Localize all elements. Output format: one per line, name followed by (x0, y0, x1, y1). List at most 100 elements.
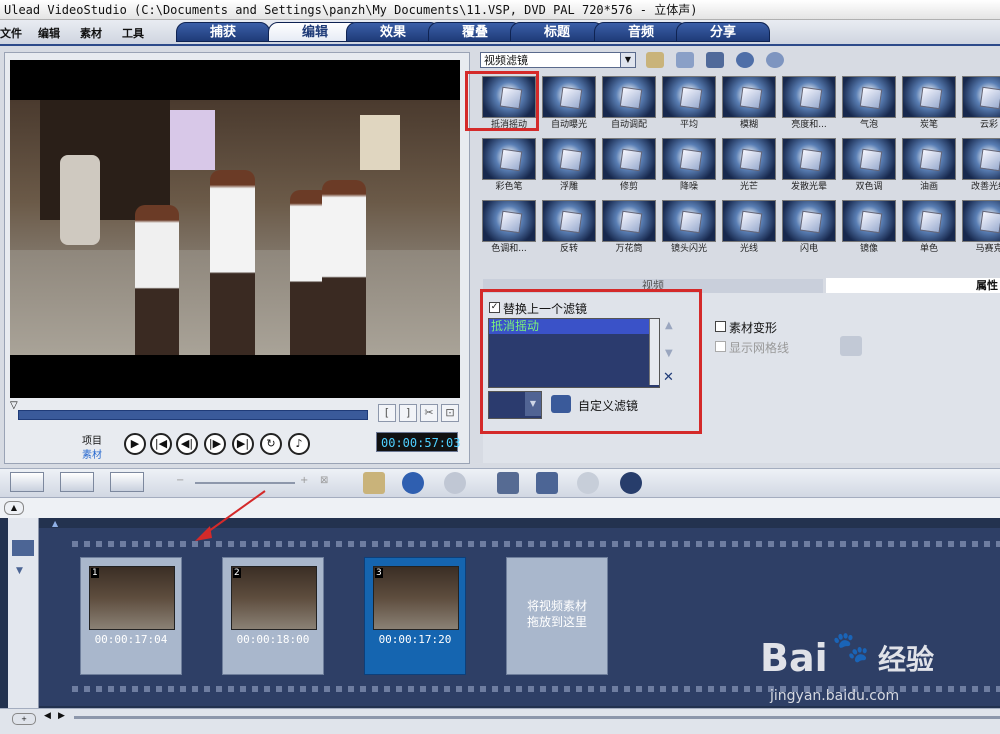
audio-view-icon[interactable] (110, 472, 144, 492)
drop-zone[interactable]: 将视频素材 拖放到这里 (506, 557, 608, 675)
import-icon[interactable] (676, 52, 694, 68)
refresh-icon[interactable] (736, 52, 754, 68)
filter-thumbnail[interactable]: 光芒 (722, 138, 776, 196)
filter-label: 马赛克 (975, 244, 1000, 254)
filter-thumbnail[interactable]: 改善光线 (962, 138, 1000, 196)
filter-thumbnail[interactable]: 马赛克 (962, 200, 1000, 258)
storyboard-clip[interactable]: 1 00:00:17:04 (80, 557, 182, 675)
storyboard-clip-selected[interactable]: 3 00:00:17:20 (364, 557, 466, 675)
filter-thumbnail[interactable]: 油画 (902, 138, 956, 196)
tab-capture[interactable]: 捕获 (176, 22, 270, 42)
tab-effect[interactable]: 效果 (346, 22, 440, 42)
mark-in-button[interactable]: [ (378, 404, 396, 422)
insert-media-icon[interactable] (363, 472, 385, 494)
smart-proxy-icon[interactable] (497, 472, 519, 494)
collapse-icon[interactable]: ▲ (4, 501, 24, 515)
filter-thumbnail[interactable]: 单色 (902, 200, 956, 258)
filter-label: 改善光线 (970, 182, 1000, 192)
watermark-url: jingyan.baidu.com (770, 688, 900, 704)
filter-thumbnail[interactable]: 万花筒 (602, 200, 656, 258)
filter-thumbnail[interactable]: 镜像 (842, 200, 896, 258)
batch-convert-icon[interactable] (536, 472, 558, 494)
filter-thumbnail[interactable]: 气泡 (842, 76, 896, 134)
scrub-bar[interactable] (18, 410, 368, 420)
storyboard-rail: ▼ (8, 518, 39, 708)
filter-thumbnail[interactable]: 自动调配 (602, 76, 656, 134)
surround-icon[interactable] (620, 472, 642, 494)
storyboard-view-icon[interactable] (10, 472, 44, 492)
filter-thumbnail[interactable]: 平均 (662, 76, 716, 134)
clip-index: 2 (233, 568, 241, 578)
end-icon[interactable]: ▶| (232, 433, 254, 455)
undo-icon[interactable] (402, 472, 424, 494)
filter-label: 反转 (559, 244, 578, 254)
filter-preview-image (722, 76, 776, 118)
repeat-icon[interactable]: ↻ (260, 433, 282, 455)
mark-out-button[interactable]: ] (399, 404, 417, 422)
home-icon[interactable]: |◀ (150, 433, 172, 455)
tab-share[interactable]: 分享 (676, 22, 770, 42)
filter-thumbnail[interactable]: 光线 (722, 200, 776, 258)
scrub-marker-icon[interactable]: ▽ (10, 400, 18, 411)
library-category-select[interactable]: 视频滤镜 ▼ (480, 52, 636, 68)
folder-icon[interactable] (646, 52, 664, 68)
watermark: Bai 🐾 经验 jingyan.baidu.com (740, 628, 980, 708)
scroll-up-icon[interactable]: ▲ (52, 519, 58, 528)
scroll-right-icon[interactable]: ▶ (58, 711, 65, 721)
mix-icon[interactable] (577, 472, 599, 494)
expand-icon[interactable] (766, 52, 784, 68)
filter-thumbnail[interactable]: 浮雕 (542, 138, 596, 196)
timeline-view-icon[interactable] (60, 472, 94, 492)
split-clip-icon[interactable]: ✂ (420, 404, 438, 422)
filter-thumbnail[interactable]: 修剪 (602, 138, 656, 196)
show-grid-checkbox[interactable] (715, 341, 726, 352)
fit-project-icon[interactable]: ⊠ (320, 475, 328, 486)
filter-thumbnail[interactable]: 闪电 (782, 200, 836, 258)
scroll-left-icon[interactable]: ◀ (44, 711, 51, 721)
prev-frame-icon[interactable]: ◀| (176, 433, 198, 455)
filter-thumbnail[interactable]: 云彩 (962, 76, 1000, 134)
options-icon[interactable] (706, 52, 724, 68)
menu-tools[interactable]: 工具 (122, 25, 144, 41)
highlight-box-properties (480, 289, 702, 434)
storyboard-clip[interactable]: 2 00:00:18:00 (222, 557, 324, 675)
timecode-display[interactable]: 00:00:57:03 (376, 432, 460, 452)
filter-thumbnail[interactable]: 镜头闪光 (662, 200, 716, 258)
next-frame-icon[interactable]: |▶ (204, 433, 226, 455)
filter-thumbnail[interactable]: 降噪 (662, 138, 716, 196)
horizontal-scrollbar[interactable] (74, 716, 1000, 719)
grid-options-icon[interactable] (840, 336, 862, 356)
filter-thumbnail[interactable]: 模糊 (722, 76, 776, 134)
tab-attributes[interactable]: 属性 (826, 278, 1000, 293)
filter-thumbnail[interactable]: 炭笔 (902, 76, 956, 134)
enlarge-icon[interactable]: ⊡ (441, 404, 459, 422)
filter-thumbnail[interactable]: 彩色笔 (482, 138, 536, 196)
tab-overlay[interactable]: 覆叠 (428, 22, 522, 42)
filter-thumbnail[interactable]: 反转 (542, 200, 596, 258)
filter-thumbnail[interactable]: 亮度和... (782, 76, 836, 134)
menu-clip[interactable]: 素材 (80, 25, 102, 41)
chevron-down-icon[interactable]: ▼ (16, 566, 23, 576)
add-track-icon[interactable]: + (12, 713, 36, 725)
clip-transform-checkbox[interactable] (715, 321, 726, 332)
filter-thumbnail[interactable]: 自动曝光 (542, 76, 596, 134)
tab-audio[interactable]: 音频 (594, 22, 688, 42)
redo-icon[interactable] (444, 472, 466, 494)
zoom-in-icon[interactable]: + (300, 475, 308, 486)
zoom-slider[interactable] (195, 482, 295, 484)
menu-edit[interactable]: 编辑 (38, 25, 60, 41)
filter-thumbnail[interactable]: 色调和... (482, 200, 536, 258)
filter-thumbnail[interactable]: 发散光晕 (782, 138, 836, 196)
filter-preview-image (542, 200, 596, 242)
mode-clip[interactable]: 素材 (82, 446, 102, 461)
mode-project[interactable]: 项目 (82, 432, 102, 447)
track-manager-icon[interactable] (12, 540, 34, 556)
play-icon[interactable]: ▶ (124, 433, 146, 455)
tab-title[interactable]: 标题 (510, 22, 604, 42)
volume-icon[interactable]: ♪ (288, 433, 310, 455)
clip-thumbnail: 2 (231, 566, 317, 630)
filter-thumbnail[interactable]: 双色调 (842, 138, 896, 196)
menu-file[interactable]: 文件 (0, 25, 22, 41)
filter-preview-image (662, 138, 716, 180)
zoom-out-icon[interactable]: − (176, 475, 184, 486)
